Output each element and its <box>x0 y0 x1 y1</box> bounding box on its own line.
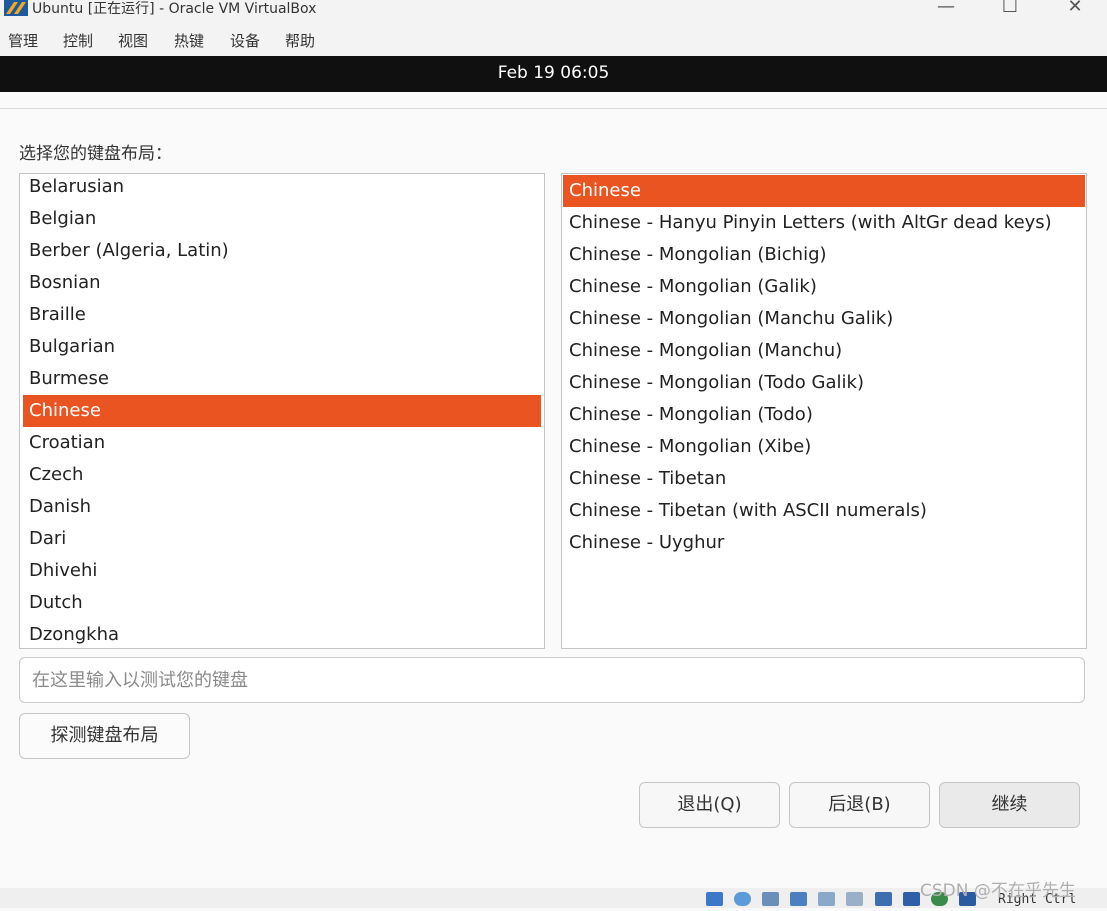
menu-item-hotkeys[interactable]: 热键 <box>174 30 204 51</box>
clock[interactable]: Feb 19 06:05 <box>0 63 1107 83</box>
continue-button[interactable]: 继续 <box>939 782 1080 828</box>
menu-item-control[interactable]: 控制 <box>63 30 93 51</box>
csdn-watermark: CSDN @不在乎先生 <box>920 881 1076 901</box>
variant-list-item[interactable]: Chinese - Mongolian (Manchu Galik) <box>563 303 1085 335</box>
menu-item-devices[interactable]: 设备 <box>230 30 260 51</box>
variant-list[interactable]: Chinese Chinese - Hanyu Pinyin Letters (w… <box>561 173 1087 649</box>
layout-list-item[interactable]: Dutch <box>23 587 541 619</box>
variant-list-item[interactable]: Chinese - Mongolian (Bichig) <box>563 239 1085 271</box>
variant-list-item[interactable]: Chinese <box>563 175 1085 207</box>
variant-list-item[interactable]: Chinese - Mongolian (Galik) <box>563 271 1085 303</box>
back-button[interactable]: 后退(B) <box>789 782 930 828</box>
optical-drive-icon[interactable] <box>734 892 752 906</box>
variant-list-item[interactable]: Chinese - Mongolian (Todo) <box>563 399 1085 431</box>
layout-list-item[interactable]: Dari <box>23 523 541 555</box>
window-title: Ubuntu [正在运行] - Oracle VM VirtualBox <box>32 1 317 17</box>
menu-bar: 管理 控制 视图 热键 设备 帮助 <box>0 24 1107 56</box>
ubuntu-top-bar: Feb 19 06:05 <box>0 56 1107 92</box>
layout-list-item[interactable]: Dzongkha <box>23 619 541 648</box>
layout-list-item[interactable]: Czech <box>23 459 541 491</box>
layout-list-item[interactable]: Bosnian <box>23 267 541 299</box>
layout-list-item[interactable]: Belarusian <box>23 174 541 203</box>
variant-list-item[interactable]: Chinese - Mongolian (Todo Galik) <box>563 367 1085 399</box>
usb-icon[interactable] <box>762 892 780 906</box>
virtualbox-icon <box>4 0 28 16</box>
variant-list-item[interactable]: Chinese - Uyghur <box>563 527 1085 559</box>
hard-disk-icon[interactable] <box>706 892 723 906</box>
layout-list-item[interactable]: Bulgarian <box>23 331 541 363</box>
layout-list-item[interactable]: Danish <box>23 491 541 523</box>
variant-list-item[interactable]: Chinese - Tibetan (with ASCII numerals) <box>563 495 1085 527</box>
variant-list-item[interactable]: Chinese - Mongolian (Manchu) <box>563 335 1085 367</box>
network-icon[interactable] <box>790 892 808 906</box>
layout-list-item[interactable]: Dhivehi <box>23 555 541 587</box>
menu-item-manage[interactable]: 管理 <box>8 30 38 51</box>
layout-list-item[interactable]: Braille <box>23 299 541 331</box>
menu-item-help[interactable]: 帮助 <box>285 30 315 51</box>
maximize-button[interactable]: ☐ <box>990 0 1030 17</box>
header-divider <box>0 108 1107 109</box>
layout-list-item[interactable]: Burmese <box>23 363 541 395</box>
minimize-button[interactable]: — <box>926 0 966 17</box>
window-titlebar: Ubuntu [正在运行] - Oracle VM VirtualBox — ☐… <box>0 0 1107 24</box>
close-button[interactable]: ✕ <box>1055 0 1095 17</box>
variant-list-item[interactable]: Chinese - Tibetan <box>563 463 1085 495</box>
variant-list-item[interactable]: Chinese - Hanyu Pinyin Letters (with Alt… <box>563 207 1085 239</box>
video-capture-icon[interactable] <box>874 892 892 906</box>
cpu-icon[interactable] <box>902 892 920 906</box>
layout-list[interactable]: Belarusian Belgian Berber (Algeria, Latin)… <box>19 173 545 649</box>
layout-list-item[interactable]: Chinese <box>23 395 541 427</box>
layout-list-item[interactable]: Belgian <box>23 203 541 235</box>
menu-item-view[interactable]: 视图 <box>118 30 148 51</box>
layout-list-item[interactable]: Berber (Algeria, Latin) <box>23 235 541 267</box>
detect-layout-button[interactable]: 探测键盘布局 <box>19 713 190 759</box>
keyboard-test-input[interactable] <box>19 657 1085 703</box>
display-icon[interactable] <box>846 892 864 906</box>
shared-folder-icon[interactable] <box>818 892 836 906</box>
quit-button[interactable]: 退出(Q) <box>639 782 780 828</box>
keyboard-layout-prompt: 选择您的键盘布局： <box>19 144 172 164</box>
variant-list-item[interactable]: Chinese - Mongolian (Xibe) <box>563 431 1085 463</box>
layout-list-item[interactable]: Croatian <box>23 427 541 459</box>
